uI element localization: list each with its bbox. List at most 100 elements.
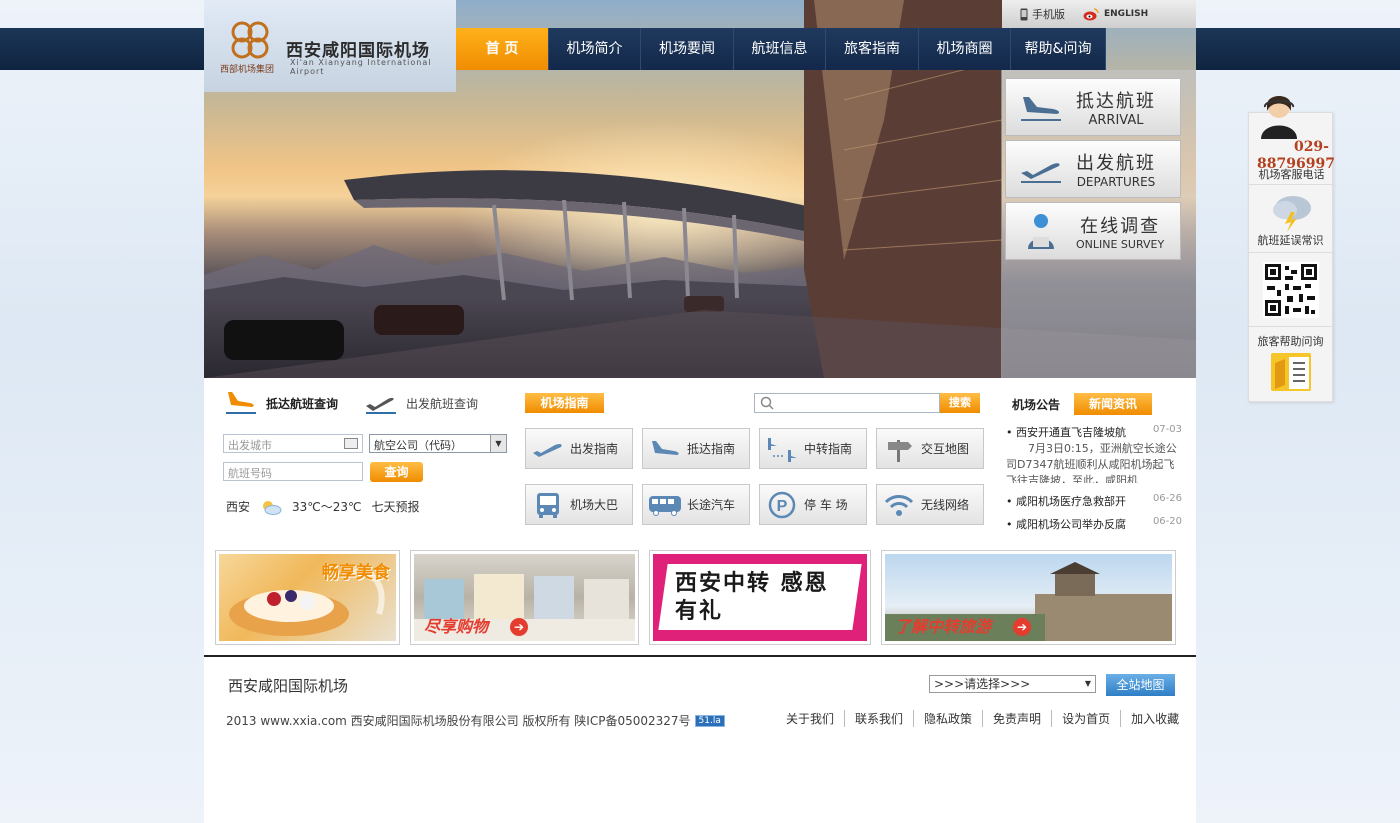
guide-coach-label: 长途汽车 [687,498,736,512]
arrow-right-icon: ➔ [510,618,528,636]
footer-link-favorite[interactable]: 加入收藏 [1121,710,1189,727]
footer-site-select[interactable]: >>>请选择>>> ▼ [929,675,1096,693]
footer-links: 关于我们 联系我们 隐私政策 免责声明 设为首页 加入收藏 [776,710,1189,727]
calendar-icon[interactable] [344,438,358,449]
floating-service-sidebar: 029-88796997 机场客服电话 航班延误常识 旅客帮助问询 [1248,96,1335,403]
departure-flights-button[interactable]: 出发航班 DEPARTURES [1005,140,1181,198]
english-link[interactable]: ENGLISH [1083,7,1148,21]
flight-number-input[interactable]: 航班号码 [223,462,363,481]
qr-code-icon [1262,261,1319,318]
page-container: 西部机场集团 西安咸阳国际机场 Xi'an Xianyang Internati… [204,0,1196,823]
mobile-version-link[interactable]: 手机版 [1020,6,1065,22]
seven-day-forecast-link[interactable]: 七天预报 [372,498,420,515]
guide-transfer[interactable]: 中转指南 [759,428,867,469]
banner-shopping[interactable]: 尽享购物 ➔ [410,550,639,645]
banner-food[interactable]: 畅享美食 [215,550,400,645]
news-date: 06-26 [1152,493,1182,504]
footer-link-contact[interactable]: 联系我们 [845,710,915,727]
guide-transfer-label: 中转指南 [804,442,853,456]
bus-icon [537,492,559,518]
nav-about[interactable]: 机场简介 [549,28,641,70]
site-search-input[interactable] [754,393,940,413]
logo-english: Xi'an Xianyang International Airport [290,58,432,76]
signpost-icon [888,439,912,462]
news-date: 07-03 [1152,424,1182,435]
banner-transfer-gift[interactable]: 西安中转 感恩有礼 [649,550,871,645]
city-wall-image: 了解中转旅游 ➔ [885,554,1172,641]
guide-interactive-map[interactable]: 交互地图 [876,428,984,469]
tab-departure-query[interactable]: 出发航班查询 [364,390,478,416]
chevron-down-icon: ▼ [1084,679,1091,688]
news-item[interactable]: • 咸阳机场公司举办反腐 06-20 [1006,516,1182,532]
help-book-icon [1270,353,1311,391]
guide-airport-bus[interactable]: 机场大巴 [525,484,633,525]
tab-departure-label: 出发航班查询 [406,396,479,411]
flight-query-tabs: 抵达航班查询 出发航班查询 [224,390,478,416]
gift-banner-image: 西安中转 感恩有礼 [653,554,867,641]
banner-food-text: 畅享美食 [322,563,390,583]
copyright-text: 2013 www.xxia.com 西安咸阳国际机场股份有限公司 版权所有 陕I… [226,714,691,728]
nav-commerce[interactable]: 机场商圈 [919,28,1011,70]
logo-area[interactable]: 西部机场集团 西安咸阳国际机场 Xi'an Xianyang Internati… [204,0,456,92]
nav-passenger-guide[interactable]: 旅客指南 [826,28,919,70]
guide-airport-bus-label: 机场大巴 [570,498,619,512]
nav-flights[interactable]: 航班信息 [734,28,826,70]
survey-cn-label: 在线调查 [1080,215,1161,237]
survey-en-label: ONLINE SURVEY [1076,237,1165,251]
hero-banner: 西部机场集团 西安咸阳国际机场 Xi'an Xianyang Internati… [204,0,1196,378]
footer-link-disclaimer[interactable]: 免责声明 [983,710,1053,727]
qr-code [1249,253,1332,327]
landing-plane-icon [226,392,256,414]
tab-news[interactable]: 新闻资讯 [1074,393,1153,415]
tab-notices[interactable]: 机场公告 [1012,396,1060,413]
stats-badge[interactable]: 51.la [694,714,725,727]
news-item[interactable]: • 咸阳机场医疗急救部开 06-26 [1006,493,1182,509]
banner-tour-text: 了解中转旅游 [895,617,992,636]
departure-city-input[interactable]: 出发城市 [223,434,363,453]
banner-transfer-tour[interactable]: 了解中转旅游 ➔ [881,550,1176,645]
arrow-right-icon: ➔ [1013,618,1031,636]
news-scroll-text: 7月3日0:15，亚洲航空长途公司D7347航班顺利从咸阳机场起飞飞往吉隆坡，至… [1006,442,1177,483]
guide-departure[interactable]: 出发指南 [525,428,633,469]
mobile-phone-icon [1020,8,1028,20]
city-placeholder: 出发城市 [228,439,272,452]
passenger-help[interactable]: 旅客帮助问询 [1249,327,1332,403]
footer-link-about[interactable]: 关于我们 [776,710,846,727]
nav-news[interactable]: 机场要闻 [641,28,734,70]
guide-departure-label: 出发指南 [570,442,619,456]
help-label: 旅客帮助问询 [1257,335,1324,348]
tab-arrival-query[interactable]: 抵达航班查询 [224,390,338,416]
guide-wifi[interactable]: 无线网络 [876,484,984,525]
footer-link-privacy[interactable]: 隐私政策 [914,710,984,727]
footer-copyright: 2013 www.xxia.com 西安咸阳国际机场股份有限公司 版权所有 陕I… [226,712,725,729]
sitemap-button[interactable]: 全站地图 [1106,674,1175,696]
search-button[interactable]: 搜索 [940,393,980,413]
nav-help[interactable]: 帮助&问询 [1011,28,1106,70]
guide-parking-label: 停 车 场 [804,498,848,512]
service-agent-icon [1261,96,1297,139]
transfer-icon [768,437,797,462]
customer-service-phone[interactable]: 029-88796997 机场客服电话 [1249,96,1335,185]
flight-delay-info[interactable]: 航班延误常识 [1249,185,1332,253]
arrival-flights-button[interactable]: 抵达航班 ARRIVAL [1005,78,1181,136]
arrival-en-label: ARRIVAL [1088,112,1144,128]
guide-arrival[interactable]: 抵达指南 [642,428,750,469]
landing-plane-icon [1021,97,1061,121]
guide-coach[interactable]: 长途汽车 [642,484,750,525]
logo-subtitle: 西部机场集团 [220,65,275,75]
delay-label: 航班延误常识 [1257,234,1324,247]
news-title: • 西安开通直飞吉隆坡航 [1006,426,1126,439]
online-survey-button[interactable]: 在线调查 ONLINE SURVEY [1005,202,1181,260]
airport-guide-title: 机场指南 [525,393,604,413]
tab-arrival-label: 抵达航班查询 [266,396,339,411]
footer-link-set-homepage[interactable]: 设为首页 [1052,710,1122,727]
takeoff-icon [533,443,562,457]
query-button[interactable]: 查询 [370,462,423,482]
wifi-icon [884,494,914,516]
news-item[interactable]: • 西安开通直飞吉隆坡航 07-03 [1006,424,1182,440]
coach-icon [649,495,681,516]
news-title: • 咸阳机场公司举办反腐 [1006,518,1126,531]
nav-home[interactable]: 首 页 [456,28,549,70]
guide-parking[interactable]: P 停 车 场 [759,484,867,525]
airline-select[interactable]: 航空公司（代码） ▼ [369,434,507,453]
